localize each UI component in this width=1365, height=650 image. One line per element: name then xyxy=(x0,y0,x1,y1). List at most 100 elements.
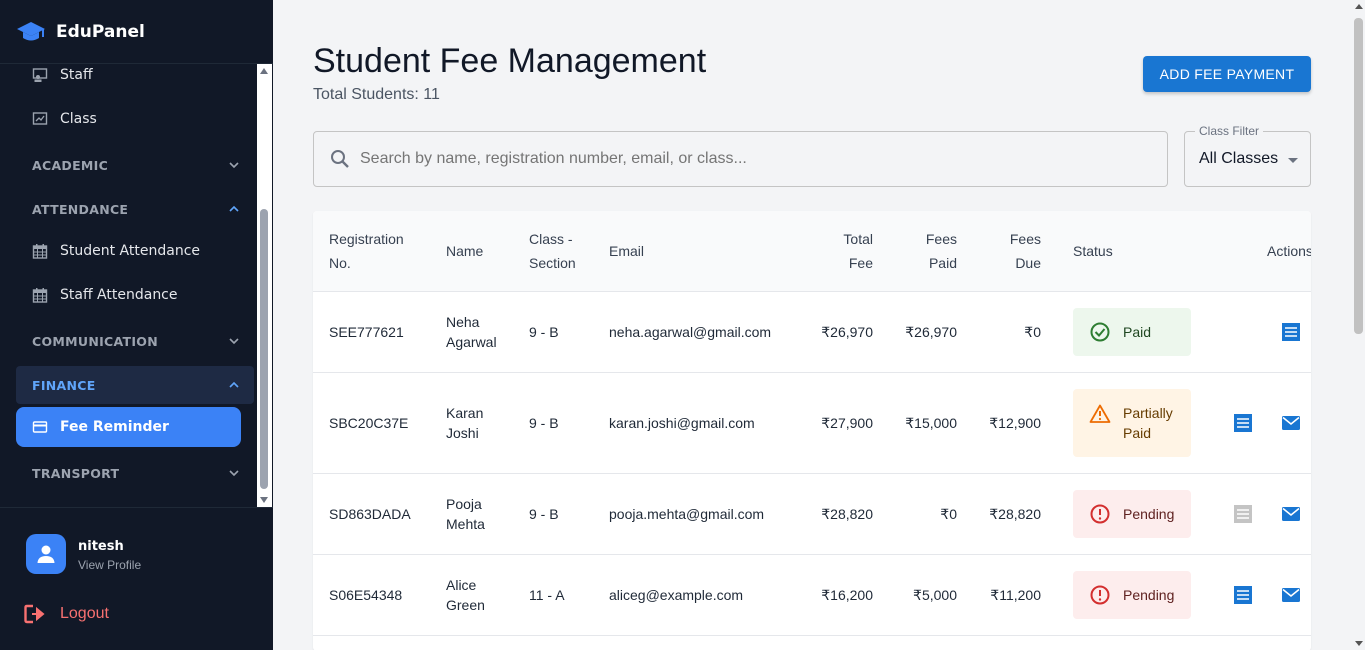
page-scrollbar[interactable] xyxy=(1352,0,1365,650)
cell-name: Alice Green xyxy=(446,577,485,613)
status-badge: Pending xyxy=(1073,571,1191,619)
cell-registration: S06E54348 xyxy=(329,587,403,603)
section-label: COMMUNICATION xyxy=(32,333,158,349)
sidebar-nav: Staff Class ACADEMIC ATTENDANCE Student … xyxy=(0,64,273,507)
header-name[interactable]: Name xyxy=(446,239,483,263)
status-badge: Partially Paid xyxy=(1073,389,1191,457)
cell-fees-paid: ₹0 xyxy=(940,506,957,522)
table-row[interactable]: SBC20C37E Karan Joshi 9 - B karan.joshi@g… xyxy=(313,373,1311,474)
status-label: Partially Paid xyxy=(1123,405,1173,441)
sidebar-item-label: Staff Attendance xyxy=(60,287,178,303)
status-label: Pending xyxy=(1123,506,1175,522)
email-icon[interactable] xyxy=(1281,585,1301,605)
brand-name: EduPanel xyxy=(56,21,145,42)
cell-fees-due: ₹11,200 xyxy=(990,587,1041,603)
class-icon xyxy=(32,111,48,127)
cell-registration: SBC20C37E xyxy=(329,415,409,431)
error-icon xyxy=(1090,585,1110,605)
class-filter-label: Class Filter xyxy=(1195,124,1264,138)
logout-label: Logout xyxy=(60,605,109,622)
scrollbar-thumb[interactable] xyxy=(260,209,268,489)
cell-name: Neha Agarwal xyxy=(446,314,497,350)
class-filter-value: All Classes xyxy=(1199,150,1279,167)
profile-section: nitesh View Profile Logout xyxy=(0,507,273,650)
cell-class: 11 - A xyxy=(529,587,565,603)
sidebar-section-attendance[interactable]: ATTENDANCE xyxy=(16,190,254,228)
logout-button[interactable]: Logout xyxy=(24,604,109,624)
header-registration[interactable]: Registration No. xyxy=(329,227,404,275)
brand[interactable]: EduPanel xyxy=(0,0,273,64)
sidebar-item-label: Class xyxy=(60,111,97,127)
section-label: ATTENDANCE xyxy=(32,201,129,217)
check-circle-icon xyxy=(1090,322,1110,342)
sidebar-item-staff-attendance[interactable]: Staff Attendance xyxy=(16,275,241,315)
search-icon xyxy=(331,150,349,168)
sidebar-section-academic[interactable]: ACADEMIC xyxy=(16,146,254,184)
add-fee-payment-button[interactable]: ADD FEE PAYMENT xyxy=(1143,56,1311,92)
sidebar-item-fee-reminder[interactable]: Fee Reminder xyxy=(16,407,241,447)
header-fees-due[interactable]: Fees Due xyxy=(981,227,1041,275)
header-fees-paid[interactable]: Fees Paid xyxy=(897,227,957,275)
sidebar-item-label: Fee Reminder xyxy=(60,419,169,435)
sidebar-section-finance[interactable]: FINANCE xyxy=(16,366,254,404)
cell-class: 9 - B xyxy=(529,415,559,431)
cell-email: aliceg@example.com xyxy=(609,587,744,603)
header-actions: Actions xyxy=(1267,243,1311,259)
scroll-up-arrow-icon[interactable] xyxy=(260,68,268,74)
class-filter-select[interactable]: Class Filter All Classes xyxy=(1184,124,1311,187)
search-input[interactable] xyxy=(360,150,1140,168)
table-row[interactable]: S06E54348 Alice Green 11 - A aliceg@examp… xyxy=(313,555,1311,636)
view-profile-link[interactable]: View Profile xyxy=(78,558,141,572)
sidebar-section-communication[interactable]: COMMUNICATION xyxy=(16,322,254,360)
table-row[interactable]: SD863DADA Pooja Mehta 9 - B pooja.mehta@g… xyxy=(313,474,1311,555)
total-students: Total Students: 11 xyxy=(313,86,440,103)
header-class-section[interactable]: Class - Section xyxy=(529,227,576,275)
chevron-up-icon xyxy=(229,381,239,388)
calendar-icon xyxy=(32,243,48,259)
scroll-down-arrow-icon[interactable] xyxy=(1355,641,1363,646)
cell-email: pooja.mehta@gmail.com xyxy=(609,506,765,522)
status-badge: Paid xyxy=(1073,308,1191,356)
warning-icon xyxy=(1089,404,1111,423)
main-content: Student Fee Management Total Students: 1… xyxy=(273,0,1352,650)
sidebar-item-student-attendance[interactable]: Student Attendance xyxy=(16,231,241,271)
table-row[interactable]: SEE777621 Neha Agarwal 9 - B neha.agarwal… xyxy=(313,292,1311,373)
header-total-fee[interactable]: Total Fee xyxy=(813,227,873,275)
receipt-icon[interactable] xyxy=(1233,585,1253,605)
logout-icon xyxy=(24,604,45,624)
status-label: Pending xyxy=(1123,587,1175,603)
sidebar-item-class[interactable]: Class xyxy=(16,99,241,139)
user-icon xyxy=(37,545,55,563)
cell-total-fee: ₹27,900 xyxy=(821,415,873,431)
sidebar-section-transport[interactable]: TRANSPORT xyxy=(16,454,254,492)
header-email[interactable]: Email xyxy=(609,239,644,263)
scroll-down-arrow-icon[interactable] xyxy=(260,497,268,503)
scrollbar-thumb[interactable] xyxy=(1354,18,1363,334)
profile-name: nitesh xyxy=(78,539,124,554)
cell-registration: SEE777621 xyxy=(329,324,404,340)
dropdown-arrow-icon xyxy=(1288,158,1298,163)
scroll-up-arrow-icon[interactable] xyxy=(1355,4,1363,9)
header-status[interactable]: Status xyxy=(1073,239,1113,263)
chevron-up-icon xyxy=(229,205,239,212)
graduation-cap-icon xyxy=(17,21,45,40)
email-icon[interactable] xyxy=(1281,504,1301,524)
email-icon[interactable] xyxy=(1281,413,1301,433)
cell-class: 9 - B xyxy=(529,324,559,340)
staff-icon xyxy=(32,67,48,83)
page-title: Student Fee Management xyxy=(313,42,707,80)
section-label: ACADEMIC xyxy=(32,157,109,173)
section-label: FINANCE xyxy=(32,377,96,393)
table-header: Registration No. Name Class - Section Emai… xyxy=(313,211,1311,292)
credit-card-icon xyxy=(32,419,48,435)
sidebar-item-label: Staff xyxy=(60,67,93,83)
cell-fees-due: ₹12,900 xyxy=(989,415,1041,431)
receipt-icon[interactable] xyxy=(1281,322,1301,342)
avatar[interactable] xyxy=(26,534,66,574)
chevron-down-icon xyxy=(229,338,239,345)
receipt-icon[interactable] xyxy=(1233,413,1253,433)
sidebar-item-staff[interactable]: Staff xyxy=(16,64,241,95)
cell-fees-due: ₹0 xyxy=(1024,324,1041,340)
search-box[interactable] xyxy=(313,131,1168,187)
sidebar-scrollbar[interactable] xyxy=(257,64,272,507)
